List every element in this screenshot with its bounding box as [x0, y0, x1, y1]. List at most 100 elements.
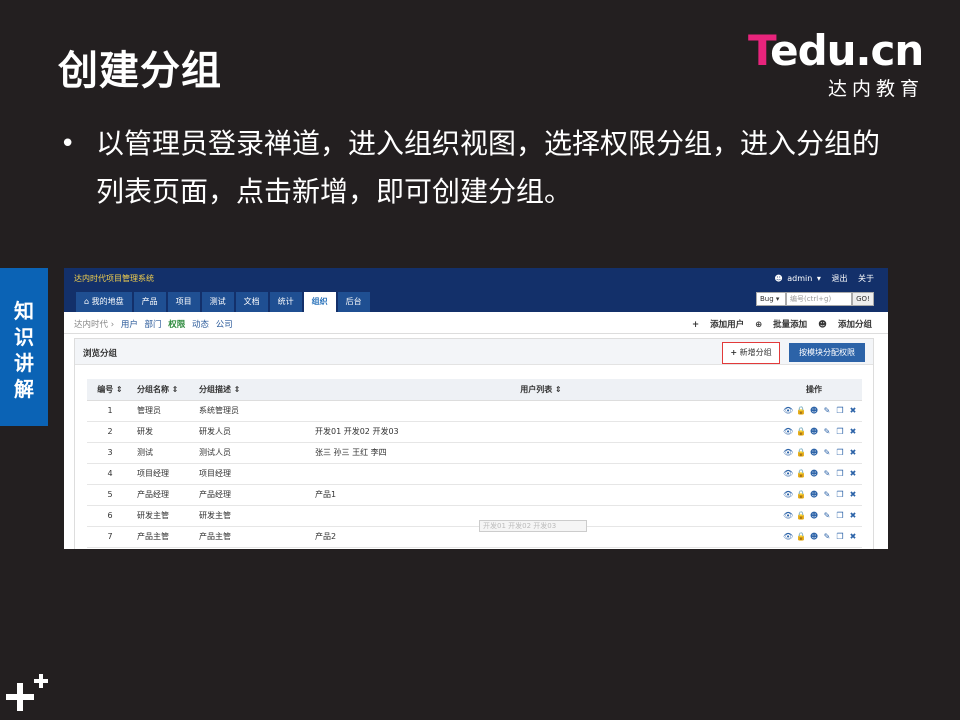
- home-icon: ⌂: [84, 297, 92, 306]
- breadcrumb-root[interactable]: 达内时代: [74, 320, 108, 330]
- view-icon[interactable]: 👁: [783, 406, 793, 415]
- row-users: 开发01 开发02 开发03: [311, 421, 771, 443]
- edit-icon[interactable]: ✎: [822, 490, 832, 499]
- lock-icon[interactable]: 🔒: [796, 469, 806, 478]
- table-row: 4 项目经理 项目经理 👁 🔒 ☻ ✎ ❐ ✖: [87, 463, 862, 485]
- view-icon[interactable]: 👁: [783, 448, 793, 457]
- copy-icon[interactable]: ❐: [835, 448, 845, 457]
- row-name: 研发: [133, 421, 195, 443]
- tab-test[interactable]: 测试: [201, 292, 234, 312]
- lock-icon[interactable]: 🔒: [796, 511, 806, 520]
- add-group-button[interactable]: ☻ 添加分组: [818, 320, 872, 330]
- tab-my[interactable]: ⌂ 我的地盘: [76, 292, 132, 312]
- subnav-dynamic[interactable]: 动态: [192, 320, 209, 330]
- add-user-button[interactable]: + 添加用户: [692, 320, 744, 330]
- side-char: 解: [14, 377, 34, 401]
- tab-project[interactable]: 项目: [167, 292, 200, 312]
- view-icon[interactable]: 👁: [783, 427, 793, 436]
- copy-icon[interactable]: ❐: [835, 511, 845, 520]
- search-type-select[interactable]: Bug ▾: [756, 292, 786, 306]
- group-panel: 浏览分组 + 新增分组 按模块分配权限 编号 ⇕ 分组名称 ⇕ 分组描述 ⇕ 用…: [74, 338, 874, 549]
- row-name: 项目经理: [133, 463, 195, 485]
- table-row: 3 测试 测试人员 张三 孙三 王红 李四 👁 🔒 ☻ ✎ ❐ ✖: [87, 442, 862, 464]
- subnav-dept[interactable]: 部门: [145, 320, 162, 330]
- row-id: 3: [87, 442, 133, 464]
- lock-icon[interactable]: 🔒: [796, 448, 806, 457]
- row-id: 1: [87, 400, 133, 422]
- delete-icon[interactable]: ✖: [848, 532, 858, 541]
- row-actions: 👁 🔒 ☻ ✎ ❐ ✖: [771, 421, 862, 443]
- search-go-button[interactable]: GO!: [852, 292, 874, 306]
- lock-icon[interactable]: 🔒: [796, 532, 806, 541]
- edit-icon[interactable]: ✎: [822, 448, 832, 457]
- copy-icon[interactable]: ❐: [835, 406, 845, 415]
- row-id: 4: [87, 463, 133, 485]
- copy-icon[interactable]: ❐: [835, 490, 845, 499]
- side-char: 讲: [14, 351, 34, 375]
- col-desc[interactable]: 分组描述 ⇕: [195, 379, 311, 401]
- tab-admin[interactable]: 后台: [337, 292, 370, 312]
- edit-icon[interactable]: ✎: [822, 511, 832, 520]
- delete-icon[interactable]: ✖: [848, 490, 858, 499]
- group-icon[interactable]: ☻: [809, 427, 819, 436]
- about-link[interactable]: 关于: [858, 274, 874, 283]
- group-icon[interactable]: ☻: [809, 406, 819, 415]
- new-group-button[interactable]: + 新增分组: [722, 342, 780, 364]
- tab-product[interactable]: 产品: [133, 292, 166, 312]
- assign-by-module-button[interactable]: 按模块分配权限: [789, 343, 865, 362]
- row-desc: 系统管理员: [195, 400, 311, 422]
- edit-icon[interactable]: ✎: [822, 406, 832, 415]
- delete-icon[interactable]: ✖: [848, 469, 858, 478]
- group-icon[interactable]: ☻: [809, 448, 819, 457]
- tedu-logo: Tedu.cn 达内教育: [748, 28, 928, 101]
- col-id[interactable]: 编号 ⇕: [87, 379, 133, 401]
- copy-icon[interactable]: ❐: [835, 532, 845, 541]
- copy-icon[interactable]: ❐: [835, 427, 845, 436]
- delete-icon[interactable]: ✖: [848, 448, 858, 457]
- col-name[interactable]: 分组名称 ⇕: [133, 379, 195, 401]
- user-name[interactable]: admin: [787, 274, 812, 283]
- subnav-company[interactable]: 公司: [216, 320, 233, 330]
- delete-icon[interactable]: ✖: [848, 406, 858, 415]
- main-nav: ⌂ 我的地盘 产品 项目 测试 文档 统计 组织 后台: [76, 292, 372, 312]
- group-icon[interactable]: ☻: [809, 469, 819, 478]
- subnav-priv[interactable]: 权限: [168, 320, 185, 330]
- lock-icon[interactable]: 🔒: [796, 406, 806, 415]
- row-name: 产品主管: [133, 526, 195, 548]
- chevron-down-icon: ▾: [816, 274, 821, 283]
- view-icon[interactable]: 👁: [783, 469, 793, 478]
- row-users: 产品1: [311, 484, 771, 506]
- group-icon[interactable]: ☻: [809, 511, 819, 520]
- edit-icon[interactable]: ✎: [822, 532, 832, 541]
- row-actions: 👁 🔒 ☻ ✎ ❐ ✖: [771, 442, 862, 464]
- tab-company[interactable]: 组织: [303, 292, 336, 312]
- row-actions: 👁 🔒 ☻ ✎ ❐ ✖: [771, 463, 862, 485]
- view-icon[interactable]: 👁: [783, 511, 793, 520]
- logout-link[interactable]: 退出: [831, 274, 847, 283]
- delete-icon[interactable]: ✖: [848, 511, 858, 520]
- row-id: 2: [87, 421, 133, 443]
- edit-icon[interactable]: ✎: [822, 427, 832, 436]
- table-row: 1 管理员 系统管理员 👁 🔒 ☻ ✎ ❐ ✖: [87, 400, 862, 422]
- row-desc: 测试人员: [195, 442, 311, 464]
- tab-doc[interactable]: 文档: [235, 292, 268, 312]
- group-icon[interactable]: ☻: [809, 490, 819, 499]
- edit-icon[interactable]: ✎: [822, 469, 832, 478]
- subnav-user[interactable]: 用户: [121, 320, 138, 330]
- lock-icon[interactable]: 🔒: [796, 427, 806, 436]
- col-users[interactable]: 用户列表 ⇕: [311, 379, 771, 401]
- lock-icon[interactable]: 🔒: [796, 490, 806, 499]
- view-icon[interactable]: 👁: [783, 532, 793, 541]
- copy-icon[interactable]: ❐: [835, 469, 845, 478]
- search-input[interactable]: 编号(ctrl+g): [786, 292, 852, 306]
- batch-add-button[interactable]: ⊕ 批量添加: [755, 320, 807, 330]
- row-users: [311, 400, 771, 422]
- table-header-row: 编号 ⇕ 分组名称 ⇕ 分组描述 ⇕ 用户列表 ⇕ 操作: [87, 379, 862, 401]
- tab-report[interactable]: 统计: [269, 292, 302, 312]
- view-icon[interactable]: 👁: [783, 490, 793, 499]
- group-icon[interactable]: ☻: [809, 532, 819, 541]
- row-desc: 项目经理: [195, 463, 311, 485]
- delete-icon[interactable]: ✖: [848, 427, 858, 436]
- table-row: 6 研发主管 研发主管 👁 🔒 ☻ ✎ ❐ ✖: [87, 505, 862, 527]
- sub-navbar: 达内时代 › 用户 部门 权限 动态 公司 + 添加用户 ⊕ 批量添加 ☻ 添加…: [64, 312, 888, 334]
